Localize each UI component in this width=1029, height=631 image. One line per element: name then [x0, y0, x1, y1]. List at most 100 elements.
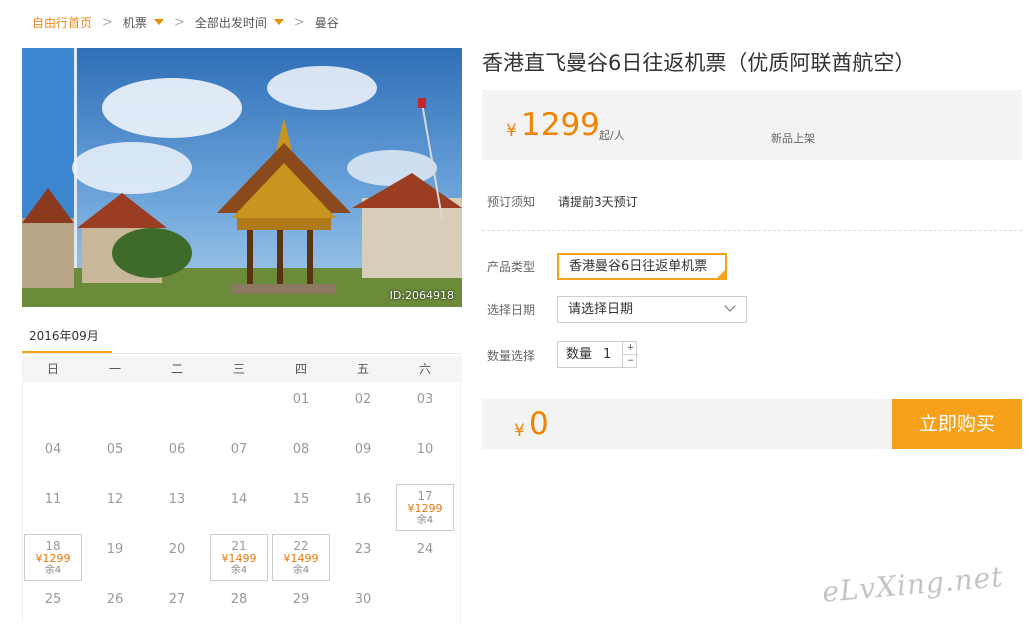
calendar-day-available[interactable]: 21 ¥1499 余4: [210, 534, 268, 581]
section-divider: [482, 230, 1022, 231]
calendar-day-stock: 余4: [292, 565, 310, 576]
calendar-day: 24: [396, 534, 454, 581]
calendar-day-number: 02: [354, 392, 372, 407]
calendar-day-available[interactable]: 22 ¥1499 余4: [272, 534, 330, 581]
calendar-day-number: 01: [292, 392, 310, 407]
breadcrumb-separator-icon: >: [173, 14, 185, 30]
calendar-day: 04: [24, 434, 82, 481]
product-title: 香港直飞曼谷6日往返机票（优质阿联酋航空）: [482, 51, 916, 75]
calendar-month-tab[interactable]: 2016年09月: [22, 324, 112, 354]
calendar-day: 05: [86, 434, 144, 481]
calendar-day: 10: [396, 434, 454, 481]
calendar-day-number: 15: [292, 492, 310, 507]
calendar-divider: [22, 353, 462, 354]
calendar-day: 25: [24, 584, 82, 631]
breadcrumb-destination: 曼谷: [314, 15, 339, 30]
quantity-stepper[interactable]: 数量 1 + −: [557, 341, 638, 368]
calendar-day: 20: [148, 534, 206, 581]
calendar-day-stock: 余4: [416, 515, 434, 526]
weekday-tue: 二: [170, 362, 183, 376]
breadcrumb-category-label: 机票: [122, 15, 147, 30]
calendar-day: 03: [396, 384, 454, 431]
date-select[interactable]: 请选择日期: [557, 296, 747, 323]
quantity-label: 数量选择: [487, 349, 536, 363]
calendar-day: 09: [334, 434, 392, 481]
breadcrumb-home-link[interactable]: 自由行首页: [32, 14, 92, 31]
calendar-day-number: 29: [292, 592, 310, 607]
caret-down-icon: [153, 19, 164, 25]
breadcrumb-departure-dropdown[interactable]: 全部出发时间: [195, 14, 284, 31]
product-photo[interactable]: ID:2064918: [22, 48, 462, 307]
breadcrumb: 自由行首页 > 机票 > 全部出发时间 > 曼谷: [32, 12, 339, 32]
calendar-day-number: 23: [354, 542, 372, 557]
weekday-thu: 四: [294, 362, 307, 376]
selected-check-icon: [717, 270, 725, 278]
calendar-weekday-header: 日 一 二 三 四 五 六: [22, 356, 462, 382]
calendar-day: 19: [86, 534, 144, 581]
calendar-day-number: 08: [292, 442, 310, 457]
calendar-day-available[interactable]: 18 ¥1299 余4: [24, 534, 82, 581]
calendar-grid: 01 02 03 04 05 06 07 08 09 10 11 12 13 14 15 16 17 ¥1299 余…: [22, 382, 461, 622]
calendar-day-number: 16: [354, 492, 372, 507]
calendar-day: 27: [148, 584, 206, 631]
breadcrumb-separator-icon: >: [293, 14, 305, 30]
calendar-day-number: 20: [168, 542, 186, 557]
weekday-sat: 六: [418, 362, 431, 376]
quantity-value[interactable]: 1: [603, 342, 611, 367]
calendar-day-number: 06: [168, 442, 186, 457]
weekday-sun: 日: [46, 362, 59, 376]
price-box: ¥ 1299 起/人 新品上架: [482, 90, 1022, 160]
calendar-day-number: 27: [168, 592, 186, 607]
calendar-day-number: 30: [354, 592, 372, 607]
calendar-day-price: ¥1499: [283, 552, 319, 565]
calendar-day-number: 19: [106, 542, 124, 557]
price-unit: 起/人: [599, 129, 625, 142]
date-label: 选择日期: [487, 303, 536, 317]
calendar-day: 08: [272, 434, 330, 481]
price-amount: 1299: [521, 107, 600, 143]
calendar-day-number: 03: [416, 392, 434, 407]
calendar-day: 11: [24, 484, 82, 531]
calendar-day-number: 11: [44, 492, 62, 507]
quantity-increment-button[interactable]: +: [622, 342, 638, 355]
new-product-tag: 新品上架: [771, 132, 815, 145]
calendar-day-price: ¥1499: [221, 552, 257, 565]
product-type-value: 香港曼谷6日往返单机票: [569, 259, 708, 274]
quantity-decrement-button[interactable]: −: [622, 355, 638, 367]
chevron-down-icon: [724, 300, 736, 312]
calendar-day: 16: [334, 484, 392, 531]
breadcrumb-separator-icon: >: [102, 14, 113, 30]
calendar-day: 29: [272, 584, 330, 631]
calendar-day: 28: [210, 584, 268, 631]
caret-down-icon: [273, 19, 284, 25]
date-select-placeholder: 请选择日期: [568, 302, 634, 317]
calendar-day: 15: [272, 484, 330, 531]
price-currency: ¥: [506, 121, 517, 141]
product-type-label: 产品类型: [487, 260, 536, 274]
calendar-day-number: 12: [106, 492, 124, 507]
calendar-day: 07: [210, 434, 268, 481]
buy-now-button[interactable]: 立即购买: [892, 399, 1022, 449]
calendar-day-stock: 余4: [230, 565, 248, 576]
calendar-day-number: 10: [416, 442, 434, 457]
calendar-day: 06: [148, 434, 206, 481]
calendar-day-price: ¥1299: [407, 502, 443, 515]
calendar-day-number: 13: [168, 492, 186, 507]
calendar-day: 23: [334, 534, 392, 581]
calendar-day: 13: [148, 484, 206, 531]
breadcrumb-category-dropdown[interactable]: 机票: [123, 14, 164, 31]
calendar-day: 14: [210, 484, 268, 531]
calendar-day-available[interactable]: 17 ¥1299 余4: [396, 484, 454, 531]
calendar-day: 02: [334, 384, 392, 431]
calendar-day: 01: [272, 384, 330, 431]
calendar-day-number: 14: [230, 492, 248, 507]
calendar-day: 26: [86, 584, 144, 631]
calendar-day-number: 05: [106, 442, 124, 457]
calendar-day-number: 07: [230, 442, 248, 457]
total-currency: ¥: [514, 421, 525, 441]
calendar-day: 30: [334, 584, 392, 631]
weekday-mon: 一: [108, 362, 121, 376]
calendar-day-number: 26: [106, 592, 124, 607]
product-type-option[interactable]: 香港曼谷6日往返单机票: [557, 253, 727, 280]
calendar-day-number: 09: [354, 442, 372, 457]
